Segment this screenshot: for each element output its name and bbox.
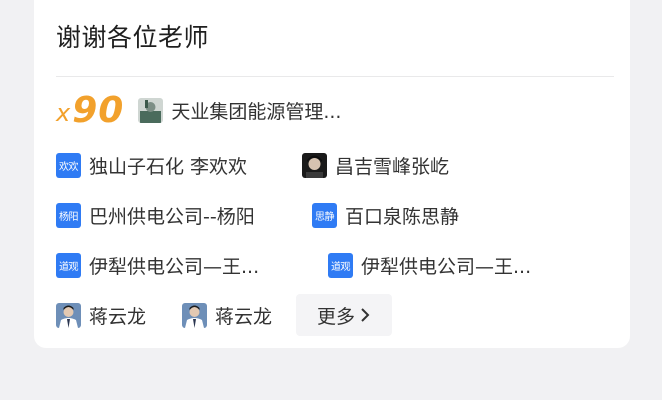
reward-count: 90: [72, 89, 125, 131]
chevron-right-icon: [361, 308, 370, 322]
more-label: 更多: [317, 305, 356, 328]
name-badge: 欢欢: [56, 152, 81, 178]
thanks-row-2: 杨阳 巴州供电公司--杨阳 思静 百口泉陈思静: [56, 195, 614, 235]
person-avatar: [56, 302, 81, 328]
name-badge: 道观: [328, 252, 353, 278]
person-name: 昌吉雪峰张屹: [335, 155, 450, 178]
name-badge: 杨阳: [56, 202, 81, 228]
thanks-row-1: 欢欢 独山子石化 李欢欢 昌吉雪峰张屹: [56, 145, 614, 185]
list-item[interactable]: 杨阳 巴州供电公司--杨阳: [56, 202, 312, 229]
list-item[interactable]: 蒋云龙: [182, 302, 272, 329]
person-name: 蒋云龙: [215, 305, 273, 328]
person-name: 蒋云龙: [89, 305, 147, 328]
list-item[interactable]: 思静 百口泉陈思静: [312, 202, 459, 229]
thanks-row-4: 蒋云龙 蒋云龙 更多: [56, 294, 614, 336]
reward-row: x 90 天业集团能源管理...: [56, 89, 614, 131]
thanks-card: 谢谢各位老师 x 90 天业集团能源管理... 欢欢 独山子石化 李欢欢 昌吉雪…: [34, 0, 630, 348]
giver-name: 天业集团能源管理...: [171, 100, 342, 123]
thanks-row-3: 道观 伊犁供电公司—王... 道观 伊犁供电公司—王...: [56, 245, 614, 285]
card-title: 谢谢各位老师: [56, 23, 210, 52]
person-name: 独山子石化 李欢欢: [89, 155, 248, 178]
reward-giver[interactable]: 天业集团能源管理...: [138, 97, 341, 124]
person-name: 百口泉陈思静: [345, 205, 460, 228]
list-item[interactable]: 蒋云龙: [56, 302, 182, 329]
person-name: 伊犁供电公司—王...: [361, 255, 532, 278]
list-item[interactable]: 道观 伊犁供电公司—王...: [56, 252, 328, 279]
person-avatar: [182, 302, 207, 328]
list-item[interactable]: 欢欢 独山子石化 李欢欢: [56, 152, 302, 179]
more-button[interactable]: 更多: [296, 294, 393, 336]
count-prefix: x: [56, 99, 71, 127]
giver-avatar: [138, 97, 164, 123]
list-item[interactable]: 昌吉雪峰张屹: [302, 152, 449, 179]
person-avatar: [302, 152, 327, 178]
person-name: 伊犁供电公司—王...: [89, 255, 260, 278]
person-name: 巴州供电公司--杨阳: [89, 205, 255, 228]
list-item[interactable]: 道观 伊犁供电公司—王...: [328, 252, 531, 279]
divider: [56, 76, 614, 77]
name-badge: 思静: [312, 202, 337, 228]
name-badge: 道观: [56, 252, 81, 278]
